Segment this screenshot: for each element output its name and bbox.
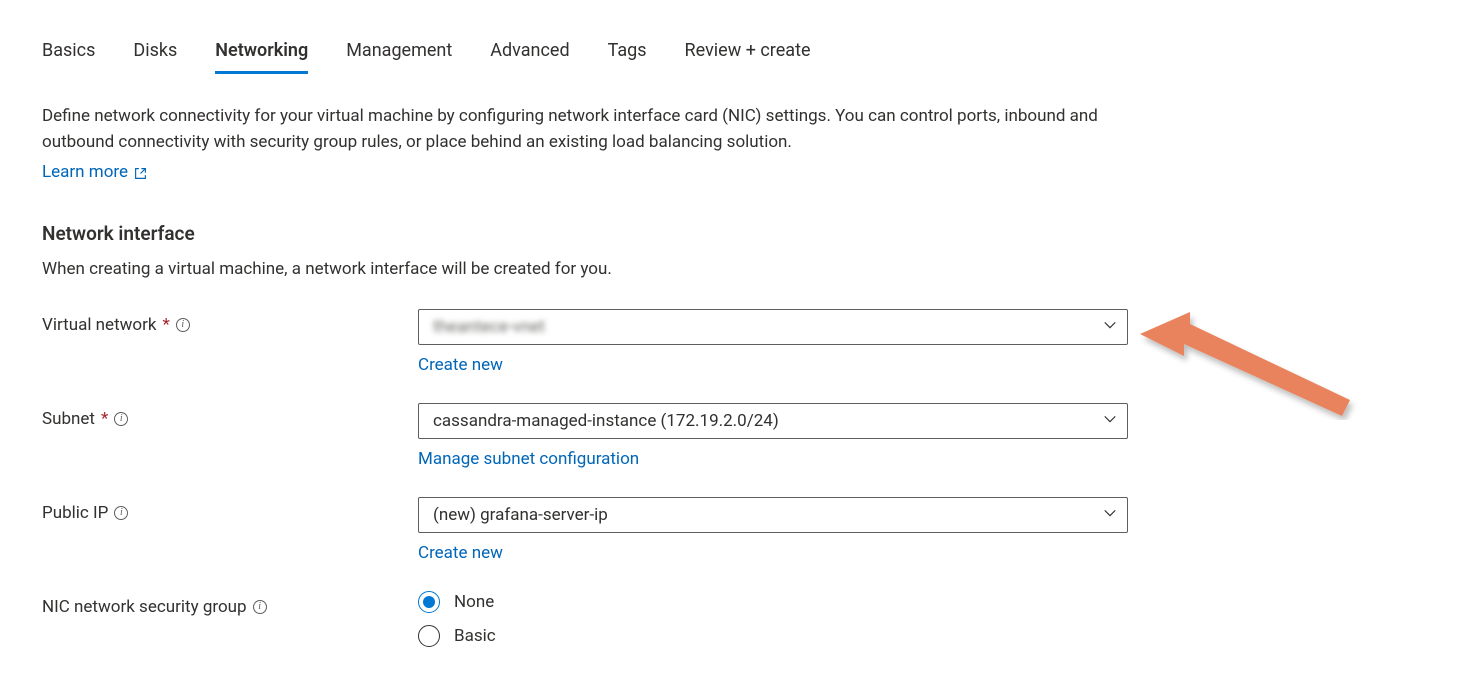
- row-subnet: Subnet * i cassandra-managed-instance (1…: [42, 403, 1478, 469]
- subnet-select[interactable]: cassandra-managed-instance (172.19.2.0/2…: [418, 403, 1128, 439]
- required-asterisk: *: [101, 409, 108, 429]
- label-public-ip-text: Public IP: [42, 503, 108, 523]
- tab-basics[interactable]: Basics: [42, 40, 95, 74]
- tab-tags[interactable]: Tags: [608, 40, 647, 74]
- learn-more-label: Learn more: [42, 162, 128, 182]
- label-virtual-network: Virtual network * i: [42, 309, 418, 335]
- section-title-network-interface: Network interface: [42, 222, 1478, 245]
- row-nic-nsg: NIC network security group i None Basic: [42, 591, 1478, 647]
- chevron-down-icon: [1103, 505, 1117, 525]
- label-public-ip: Public IP i: [42, 497, 418, 523]
- label-nic-nsg: NIC network security group i: [42, 591, 418, 617]
- external-link-icon: [134, 165, 147, 178]
- label-subnet-text: Subnet: [42, 409, 95, 429]
- label-virtual-network-text: Virtual network: [42, 315, 156, 335]
- tab-disks[interactable]: Disks: [133, 40, 177, 74]
- radio-icon: [418, 591, 440, 613]
- label-nic-nsg-text: NIC network security group: [42, 597, 247, 617]
- public-ip-value: (new) grafana-server-ip: [433, 505, 608, 525]
- control-public-ip: (new) grafana-server-ip Create new: [418, 497, 1128, 563]
- networking-description: Define network connectivity for your vir…: [42, 103, 1102, 156]
- virtual-network-select[interactable]: theantece-vnet: [418, 309, 1128, 345]
- nsg-radio-basic[interactable]: Basic: [418, 625, 1128, 647]
- control-virtual-network: theantece-vnet Create new: [418, 309, 1128, 375]
- tab-management[interactable]: Management: [346, 40, 452, 74]
- tab-review-create[interactable]: Review + create: [685, 40, 811, 74]
- tab-networking[interactable]: Networking: [215, 40, 308, 74]
- learn-more-link[interactable]: Learn more: [42, 162, 147, 182]
- radio-icon: [418, 625, 440, 647]
- info-icon[interactable]: i: [114, 412, 128, 426]
- tab-advanced[interactable]: Advanced: [490, 40, 569, 74]
- control-subnet: cassandra-managed-instance (172.19.2.0/2…: [418, 403, 1128, 469]
- public-ip-select[interactable]: (new) grafana-server-ip: [418, 497, 1128, 533]
- chevron-down-icon: [1103, 317, 1117, 337]
- nsg-radio-none-label: None: [454, 592, 494, 612]
- row-virtual-network: Virtual network * i theantece-vnet Creat…: [42, 309, 1478, 375]
- create-new-public-ip-link[interactable]: Create new: [418, 543, 503, 563]
- info-icon[interactable]: i: [114, 506, 128, 520]
- section-subtitle: When creating a virtual machine, a netwo…: [42, 259, 1478, 279]
- chevron-down-icon: [1103, 411, 1117, 431]
- nsg-radio-none[interactable]: None: [418, 591, 1128, 613]
- info-icon[interactable]: i: [176, 318, 190, 332]
- label-subnet: Subnet * i: [42, 403, 418, 429]
- required-asterisk: *: [162, 315, 169, 335]
- create-new-vnet-link[interactable]: Create new: [418, 355, 503, 375]
- nsg-radio-basic-label: Basic: [454, 626, 496, 646]
- nsg-radio-group: None Basic: [418, 591, 1128, 647]
- wizard-tabs: Basics Disks Networking Management Advan…: [42, 40, 1478, 75]
- virtual-network-value: theantece-vnet: [433, 317, 545, 337]
- row-public-ip: Public IP i (new) grafana-server-ip Crea…: [42, 497, 1478, 563]
- manage-subnet-link[interactable]: Manage subnet configuration: [418, 449, 639, 469]
- info-icon[interactable]: i: [253, 600, 267, 614]
- subnet-value: cassandra-managed-instance (172.19.2.0/2…: [433, 411, 779, 431]
